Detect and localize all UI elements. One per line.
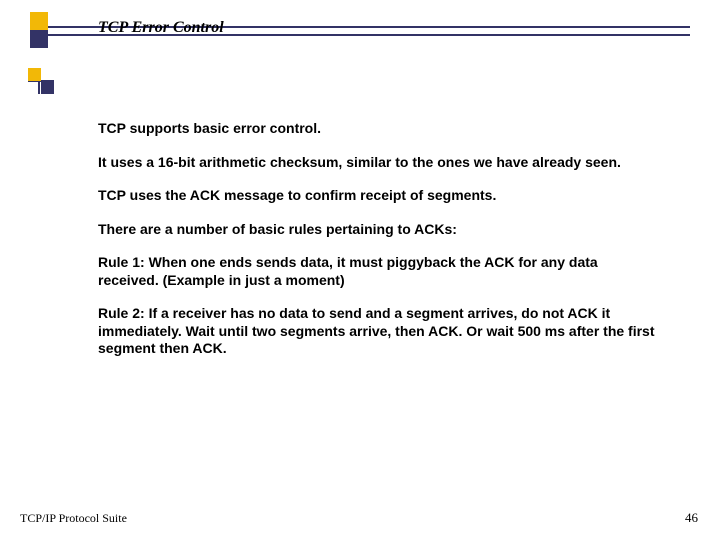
page-number: 46 <box>685 510 698 526</box>
body-paragraph: There are a number of basic rules pertai… <box>98 221 660 239</box>
header-accent-navy <box>30 30 48 48</box>
side-accent-navy <box>41 81 54 94</box>
footer-text: TCP/IP Protocol Suite <box>20 511 127 526</box>
slide-header: TCP Error Control <box>0 12 720 48</box>
body-paragraph: TCP uses the ACK message to confirm rece… <box>98 187 660 205</box>
body-paragraph: It uses a 16-bit arithmetic checksum, si… <box>98 154 660 172</box>
body-paragraph: TCP supports basic error control. <box>98 120 660 138</box>
body-paragraph: Rule 1: When one ends sends data, it mus… <box>98 254 660 289</box>
slide-body: TCP supports basic error control. It use… <box>98 120 660 374</box>
body-paragraph: Rule 2: If a receiver has no data to sen… <box>98 305 660 358</box>
side-accent-yellow <box>28 68 41 81</box>
slide-title: TCP Error Control <box>98 19 224 37</box>
header-accent-yellow <box>30 12 48 30</box>
